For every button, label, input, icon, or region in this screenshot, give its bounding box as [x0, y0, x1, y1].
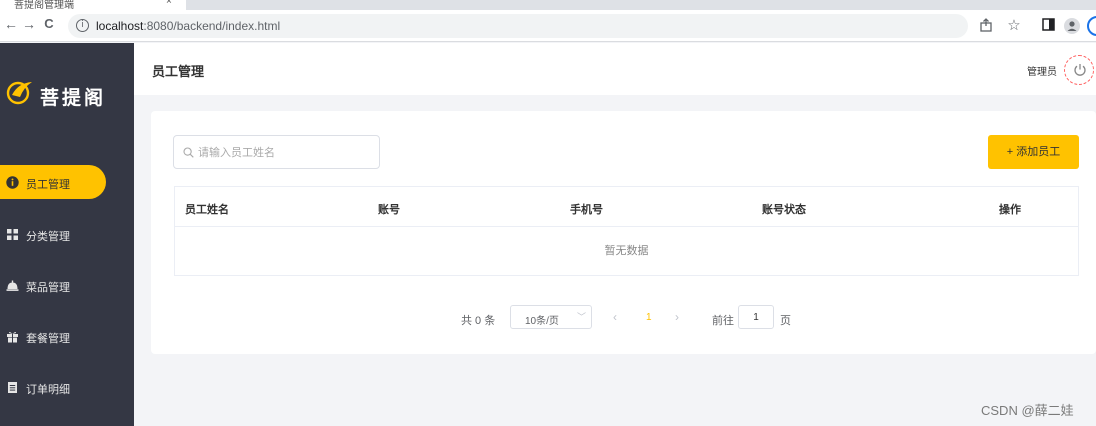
site-info-icon[interactable]: i	[76, 19, 89, 32]
page-size-value: 10条/页	[525, 316, 559, 327]
sidebar-item-label: 菜品管理	[26, 282, 70, 294]
gift-icon	[7, 331, 18, 343]
table-header: 员工姓名 账号 手机号 账号状态 操作	[175, 187, 1078, 227]
content-card: + 添加员工 员工姓名 账号 手机号 账号状态 操作 暂无数据 共 0 条 10…	[151, 111, 1096, 354]
search-input[interactable]	[198, 144, 373, 162]
column-header-account: 账号	[378, 204, 400, 216]
watermark: CSDN @薛二娃	[981, 403, 1074, 418]
employee-table: 员工姓名 账号 手机号 账号状态 操作 暂无数据	[174, 186, 1079, 276]
reload-button[interactable]: C	[40, 16, 58, 31]
goto-page-input[interactable]	[738, 305, 774, 329]
power-icon	[1074, 64, 1086, 76]
sidebar-item-label: 员工管理	[26, 179, 70, 191]
column-header-actions: 操作	[999, 204, 1021, 216]
page-header: 员工管理 管理员	[134, 43, 1096, 95]
prev-page-button[interactable]: ‹	[613, 310, 617, 324]
sidebar-item-label: 分类管理	[26, 231, 70, 243]
pagination: 共 0 条 10条/页 ﹀ ‹ 1 › 前往 页	[151, 305, 1096, 331]
column-header-name: 员工姓名	[185, 204, 229, 216]
search-icon	[183, 147, 194, 158]
page-size-select[interactable]: 10条/页 ﹀	[510, 305, 592, 329]
logout-button[interactable]	[1064, 55, 1094, 85]
search-box[interactable]	[173, 135, 380, 169]
table-empty-text: 暂无数据	[604, 245, 649, 257]
browser-tabstrip: 菩提阁管理端 ×	[0, 0, 1096, 11]
page-title: 员工管理	[152, 64, 205, 79]
next-page-button[interactable]: ›	[675, 310, 679, 324]
forward-button[interactable]: →	[20, 16, 38, 32]
address-bar[interactable]: i localhost:8080/backend/index.html	[68, 14, 968, 38]
logo-mark-icon	[6, 81, 32, 105]
sidebar-item-label: 订单明细	[26, 384, 70, 396]
column-header-phone: 手机号	[570, 204, 603, 216]
browser-toolbar: ← → C i localhost:8080/backend/index.htm…	[0, 10, 1096, 42]
sidebar-item-label: 套餐管理	[26, 333, 70, 345]
document-icon	[8, 382, 17, 393]
sidebar-item-categories[interactable]: 分类管理	[0, 217, 134, 251]
sidebar-item-setmeals[interactable]: 套餐管理	[0, 319, 134, 353]
back-button[interactable]: ←	[2, 16, 20, 32]
user-name: 管理员	[1027, 67, 1057, 78]
info-circle-icon	[6, 176, 19, 189]
grid-icon	[7, 229, 18, 240]
logo-text: 菩提阁	[40, 88, 107, 109]
current-page[interactable]: 1	[646, 312, 652, 323]
cloche-icon	[6, 280, 19, 291]
goto-suffix: 页	[780, 315, 791, 327]
profile-avatar-icon[interactable]	[1064, 18, 1080, 34]
chevron-down-icon: ﹀	[577, 312, 587, 322]
sidebar: 菩提阁 员工管理 分类管理 菜品管理 套餐管理 订单明细	[0, 43, 134, 426]
add-employee-button[interactable]: + 添加员工	[988, 135, 1079, 169]
bookmark-star-icon[interactable]: ☆	[1006, 18, 1022, 34]
total-count: 共 0 条	[461, 315, 496, 327]
url-text: localhost:8080/backend/index.html	[96, 19, 280, 33]
sidebar-item-employees[interactable]: 员工管理	[0, 165, 106, 199]
url-host: localhost	[96, 19, 144, 33]
browser-tab[interactable]: 菩提阁管理端 ×	[0, 0, 186, 11]
goto-label: 前往	[712, 315, 734, 327]
column-header-status: 账号状态	[762, 204, 806, 216]
sidebar-item-dishes[interactable]: 菜品管理	[0, 268, 134, 302]
share-icon[interactable]	[978, 18, 994, 34]
extension-icon[interactable]	[1087, 16, 1096, 36]
url-path: :8080/backend/index.html	[143, 19, 281, 33]
tab-close-icon[interactable]: ×	[166, 0, 172, 7]
side-panel-icon[interactable]	[1040, 18, 1056, 34]
sidebar-item-orders[interactable]: 订单明细	[0, 370, 134, 404]
